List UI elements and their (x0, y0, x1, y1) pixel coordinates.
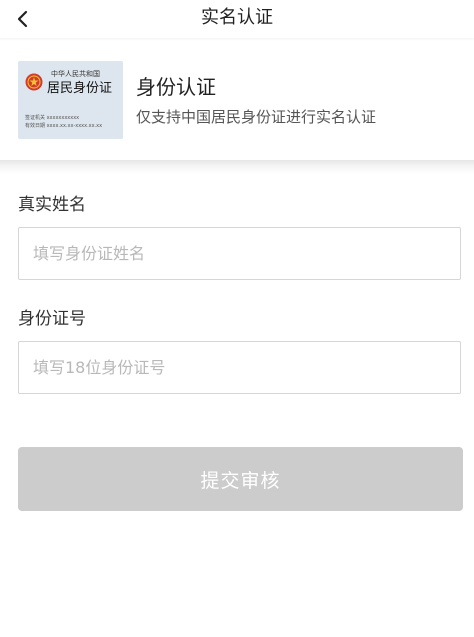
national-emblem-icon (25, 73, 43, 91)
id-card-country-text: 中华人民共和国 (51, 70, 100, 78)
id-number-input[interactable] (18, 341, 461, 394)
name-input[interactable] (18, 227, 461, 280)
page-title: 实名认证 (201, 7, 273, 28)
id-card-validity-text: 有效日期 xxxx.xx.xx-xxxx.xx.xx (25, 123, 103, 129)
section-divider (0, 160, 474, 174)
top-nav-bar: 实名认证 (0, 0, 474, 38)
submit-button[interactable]: 提交审核 (18, 447, 463, 511)
id-number-label: 身份证号 (18, 309, 86, 329)
name-label: 真实姓名 (18, 195, 86, 215)
id-info-card: 中华人民共和国 居民身份证 签证机关 xxxxxxxxxxx 有效日期 xxxx… (0, 44, 474, 160)
card-heading: 身份认证 (136, 75, 216, 99)
id-card-issuer-text: 签证机关 xxxxxxxxxxx (25, 115, 80, 121)
card-subtitle: 仅支持中国居民身份证进行实名认证 (136, 108, 377, 126)
id-card-image: 中华人民共和国 居民身份证 签证机关 xxxxxxxxxxx 有效日期 xxxx… (18, 61, 123, 139)
id-card-title-text: 居民身份证 (47, 81, 113, 96)
